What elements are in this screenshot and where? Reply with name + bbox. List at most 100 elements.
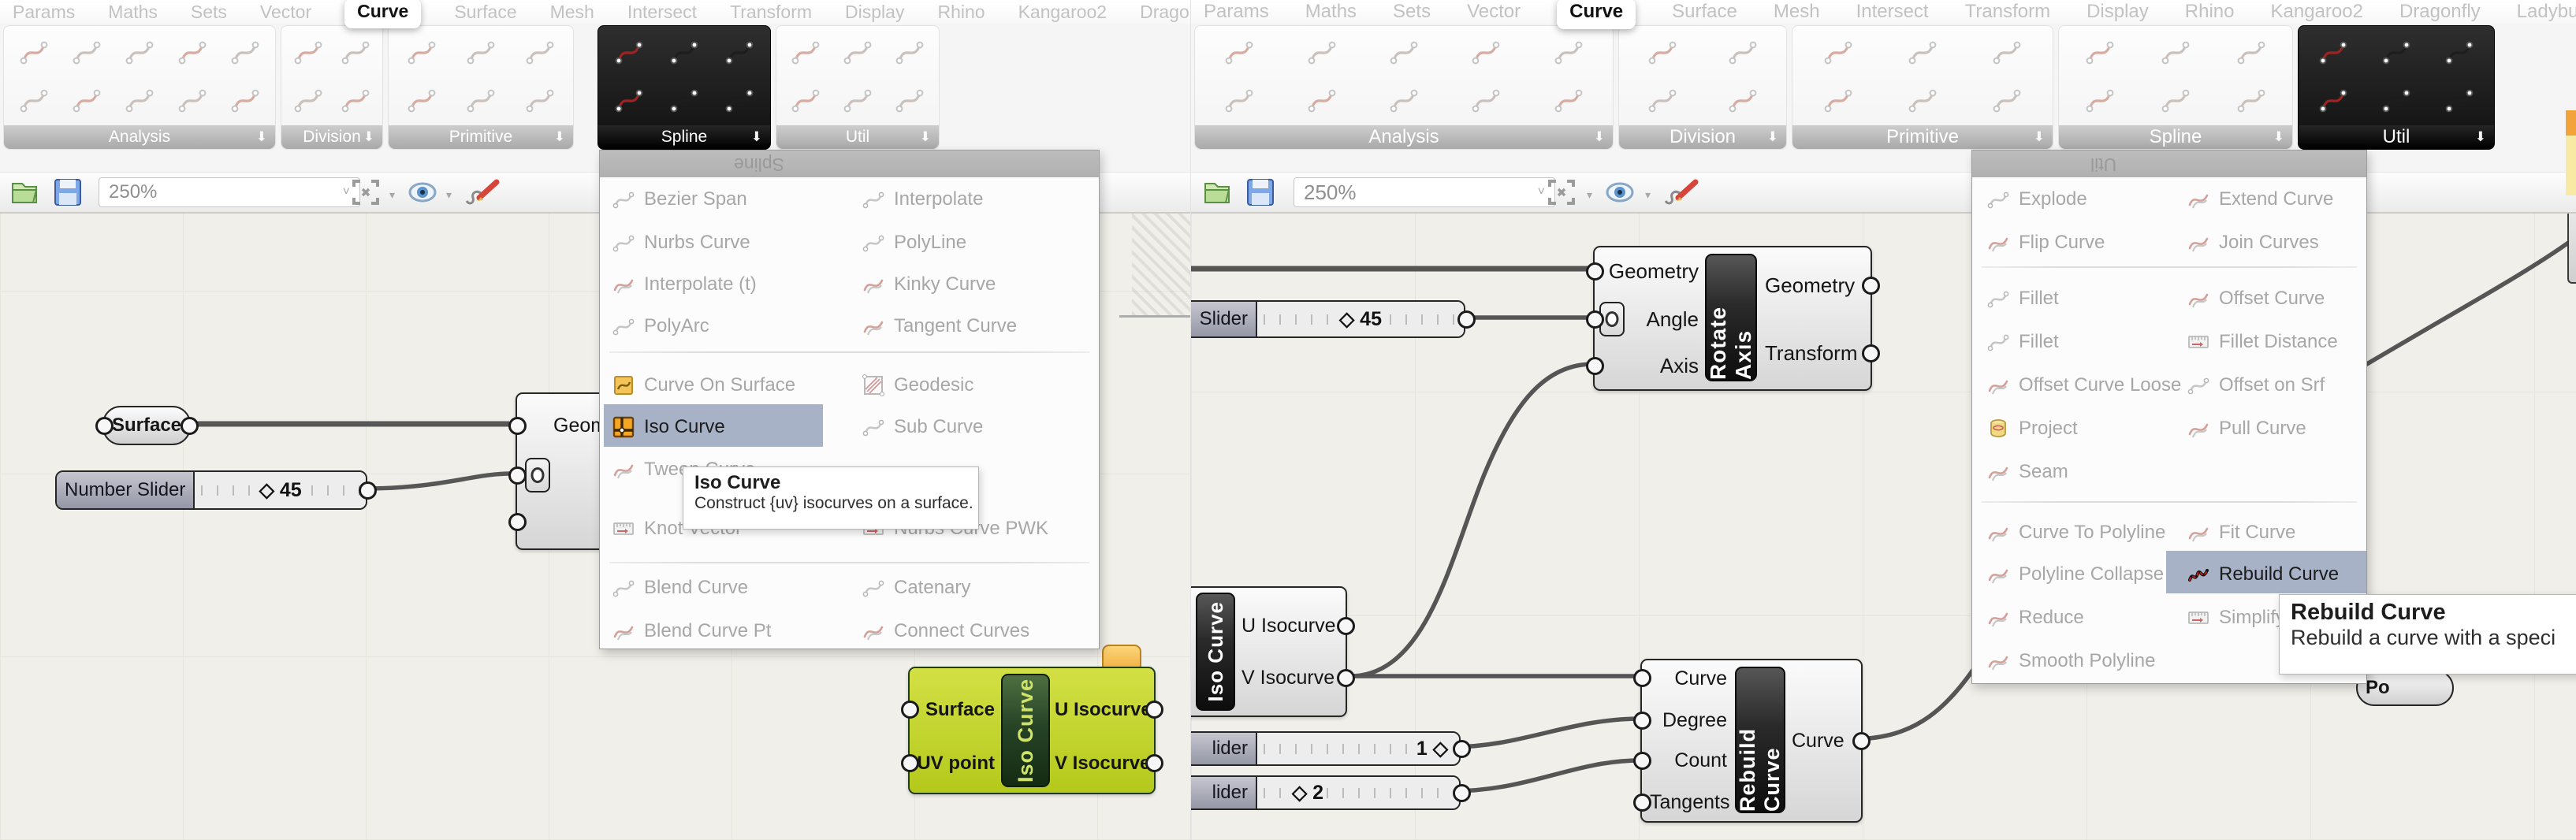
iso-curve-node-selected[interactable]: Iso Curve Surface UV point U Isocurve V … [908, 667, 1156, 794]
rebuild-degree-in-nub[interactable] [1633, 712, 1651, 730]
menu-item-polyarc[interactable]: PolyArc [612, 306, 709, 347]
degree-slider-track[interactable]: 1 ◇ [1257, 733, 1459, 764]
menu-display[interactable]: Display [845, 2, 904, 23]
toolbar-icon[interactable] [69, 35, 104, 69]
group-label-util[interactable]: Util⬇ [776, 125, 939, 149]
toolbar-icon[interactable] [612, 35, 646, 69]
menu-item-explode[interactable]: Explode [1986, 179, 2087, 220]
toolbar-icon[interactable] [1305, 83, 1339, 117]
menu-vector[interactable]: Vector [1467, 1, 1521, 23]
menu-item-flip-curve[interactable]: Flip Curve [1986, 222, 2105, 263]
menu-rhino[interactable]: Rhino [937, 2, 985, 23]
toolbar-icon[interactable] [1469, 83, 1503, 117]
toolbar-icon[interactable] [840, 83, 875, 117]
toolbar-icon[interactable] [2442, 35, 2477, 69]
menu-maths[interactable]: Maths [1305, 1, 1357, 23]
rotate-angle-in-nub[interactable] [1586, 310, 1604, 329]
chevron-down-icon[interactable]: ▾ [1587, 188, 1592, 202]
menu-surface[interactable]: Surface [1672, 1, 1737, 23]
toolbar-icon[interactable] [338, 35, 373, 69]
toolbar-icon[interactable] [1387, 35, 1421, 69]
menu-item-offset-on-srf[interactable]: Offset on Srf [2187, 365, 2325, 406]
toolbar-icon[interactable] [1222, 35, 1256, 69]
iso-curve-caps­ule[interactable]: Iso Curve [1196, 593, 1235, 711]
toolbar-icon[interactable] [1821, 35, 1856, 69]
toolbar-icon[interactable] [1725, 35, 1760, 69]
menu-item-iso-curve-highlighted[interactable]: Iso Curve [612, 407, 725, 448]
rebuild-tangents-in-nub[interactable] [1633, 794, 1651, 812]
menu-item-interpolate[interactable]: Interpolate [862, 179, 983, 220]
menu-maths[interactable]: Maths [108, 2, 158, 23]
menu-item-interpolate-t[interactable]: Interpolate (t) [612, 264, 757, 305]
menu-dragonfly[interactable]: Dragonfly [1140, 2, 1190, 23]
menu-item-sub-curve[interactable]: Sub Curve [862, 407, 983, 448]
toolbar-icon[interactable] [892, 35, 927, 69]
menu-item-fillet-2[interactable]: Fillet [1986, 322, 2059, 362]
degree-slider-value[interactable]: 1 ◇ [1413, 737, 1451, 760]
open-file-icon[interactable] [9, 177, 41, 207]
toolbar-icon[interactable] [17, 35, 51, 69]
menu-item-smooth-polyline[interactable]: Smooth Polyline [1986, 641, 2155, 682]
toolbar-icon[interactable] [722, 35, 757, 69]
toolbar-icon[interactable] [1469, 35, 1503, 69]
menu-item-geodesic[interactable]: Geodesic [862, 365, 973, 406]
toolbar-icon[interactable] [175, 35, 210, 69]
toolbar-icon[interactable] [122, 35, 157, 69]
menu-params[interactable]: Params [1204, 1, 1269, 23]
menu-item-connect-curves[interactable]: Connect Curves [862, 611, 1029, 652]
rebuild-curve-in-nub[interactable] [1633, 669, 1651, 687]
count-slider[interactable]: lider ◇ 2 [1190, 775, 1461, 810]
menu-item-curve-to-polyline[interactable]: Curve To Polyline [1986, 512, 2165, 553]
chevron-down-icon[interactable]: ▾ [446, 188, 452, 202]
toolbar-icon[interactable] [788, 35, 823, 69]
toolbar-icon[interactable] [1905, 35, 1940, 69]
angle-slider-output-nub[interactable] [1457, 310, 1476, 329]
toolbar-icon[interactable] [228, 83, 262, 117]
number-slider-output-nub[interactable] [359, 481, 377, 500]
iso-v-out-nub[interactable] [1337, 669, 1355, 687]
group-label-spline[interactable]: Spline⬇ [598, 125, 770, 149]
menu-item-offset-curve[interactable]: Offset Curve [2187, 278, 2325, 319]
menu-vector[interactable]: Vector [260, 2, 311, 23]
toolbar-icon[interactable] [840, 35, 875, 69]
angle-expression-button[interactable] [525, 458, 550, 492]
iso-curve-capsule[interactable]: Iso Curve [1001, 674, 1050, 787]
iso-v-out-nub[interactable] [1145, 754, 1163, 772]
group-label-primitive[interactable]: Primitive⬇ [389, 125, 573, 149]
menu-surface[interactable]: Surface [454, 2, 516, 23]
toolbar-icon[interactable] [175, 83, 210, 117]
rebuild-curve-node[interactable]: Rebuild Curve Curve Degree Count Tangent… [1640, 659, 1863, 823]
zoom-extents-icon[interactable] [350, 177, 382, 207]
toolbar-icon[interactable] [1551, 83, 1586, 117]
menu-item-blend-curve-pt[interactable]: Blend Curve Pt [612, 611, 771, 652]
menu-item-fillet[interactable]: Fillet [1986, 278, 2059, 319]
surface-output-nub[interactable] [181, 417, 199, 435]
toolbar-icon[interactable] [1905, 83, 1940, 117]
toolbar-icon[interactable] [2234, 83, 2269, 117]
toolbar-icon[interactable] [2234, 35, 2269, 69]
group-label-division[interactable]: Division⬇ [1619, 125, 1786, 149]
toolbar-icon[interactable] [228, 35, 262, 69]
toolbar-icon[interactable] [17, 83, 51, 117]
toolbar-icon[interactable] [291, 83, 326, 117]
menu-sets[interactable]: Sets [1393, 1, 1431, 23]
toolbar-icon[interactable] [523, 83, 557, 117]
toolbar-icon[interactable] [612, 83, 646, 117]
menu-item-curve-on-surface[interactable]: Curve On Surface [612, 365, 795, 406]
menu-kangaroo2[interactable]: Kangaroo2 [2271, 1, 2363, 23]
zoom-level-select[interactable]: 250%˅ [99, 177, 360, 207]
toolbar-icon[interactable] [2083, 35, 2117, 69]
surface-input-nub[interactable] [95, 417, 114, 435]
menu-ladybug[interactable]: Ladybug [2517, 1, 2576, 23]
degree-slider[interactable]: lider 1 ◇ [1190, 731, 1461, 766]
menu-transform[interactable]: Transform [1965, 1, 2050, 23]
toolbar-icon[interactable] [1821, 83, 1856, 117]
chevron-down-icon[interactable]: ▾ [1645, 188, 1651, 202]
toolbar-icon[interactable] [463, 35, 498, 69]
toolbar-icon[interactable] [463, 83, 498, 117]
toolbar-icon[interactable] [1551, 35, 1586, 69]
menu-item-pull-curve[interactable]: Pull Curve [2187, 408, 2306, 449]
toolbar-icon[interactable] [2158, 83, 2193, 117]
preview-eye-icon[interactable] [1604, 177, 1636, 207]
sketch-pen-icon[interactable] [1661, 177, 1702, 207]
